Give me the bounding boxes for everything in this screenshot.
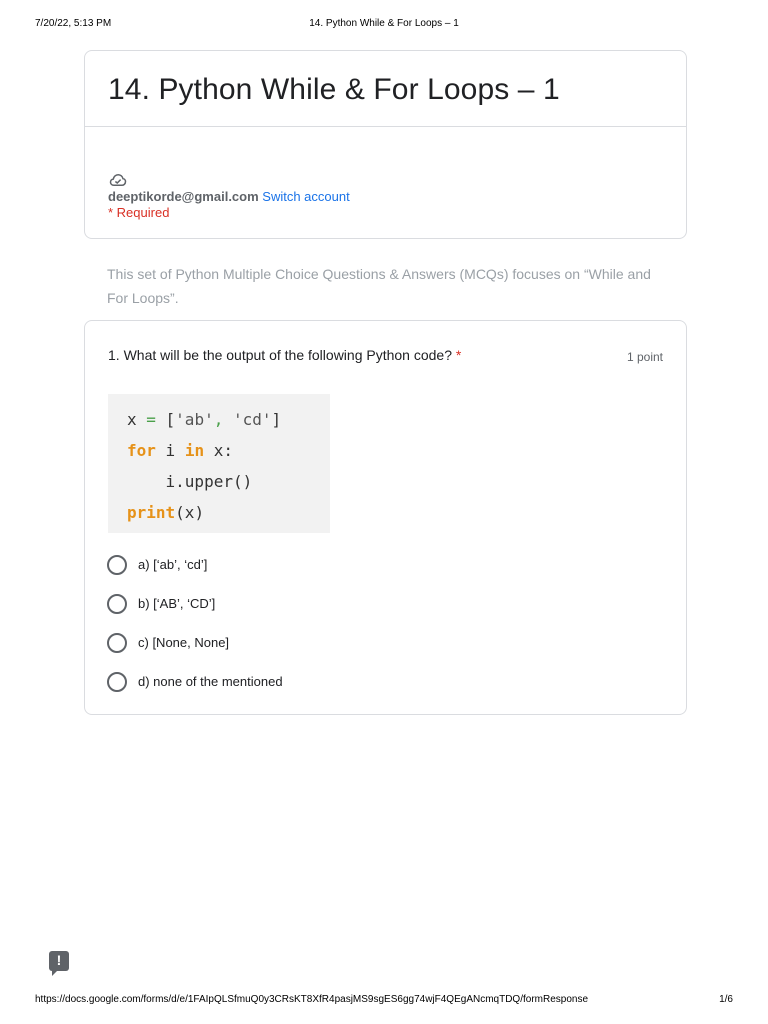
question-text: 1. What will be the output of the follow… — [108, 347, 452, 363]
print-doc-title: 14. Python While & For Loops – 1 — [309, 18, 459, 29]
code-token: x — [127, 410, 147, 429]
code-line-4: print(x) — [127, 497, 330, 528]
form-description: This set of Python Multiple Choice Quest… — [107, 266, 651, 306]
code-token: (x) — [175, 503, 205, 522]
code-token: , — [213, 410, 224, 429]
print-url: https://docs.google.com/forms/d/e/1FAIpQ… — [35, 994, 589, 1005]
option-a[interactable]: a) [‘ab’, ‘cd’] — [107, 545, 283, 584]
code-line-1: x = ['ab', 'cd'] — [127, 404, 330, 435]
code-token: 'cd' — [223, 410, 272, 429]
account-email: deeptikorde@gmail.com — [108, 189, 259, 204]
code-keyword: in — [184, 441, 205, 460]
radio-button[interactable] — [107, 593, 127, 614]
option-label: c) [None, None] — [138, 635, 230, 650]
code-token: ] — [271, 410, 282, 429]
option-c[interactable]: c) [None, None] — [107, 623, 283, 662]
code-keyword: print — [127, 503, 176, 522]
report-feedback-icon[interactable]: ! — [49, 951, 69, 976]
code-token: x: — [204, 441, 233, 460]
option-label: a) [‘ab’, ‘cd’] — [138, 557, 208, 572]
option-b[interactable]: b) [‘AB’, ‘CD’] — [107, 584, 283, 623]
account-row: deeptikorde@gmail.com Switch account — [108, 189, 350, 204]
header-divider — [85, 126, 686, 127]
answer-options: a) [‘ab’, ‘cd’] b) [‘AB’, ‘CD’] c) [None… — [107, 545, 283, 701]
question-card: 1. What will be the output of the follow… — [84, 320, 687, 715]
code-line-3: i.upper() — [127, 472, 253, 491]
code-token: 'ab' — [175, 410, 214, 429]
switch-account-link[interactable]: Switch account — [262, 189, 349, 204]
form-title: 14. Python While & For Loops – 1 — [108, 73, 560, 106]
code-token: = — [146, 410, 156, 429]
code-token: i — [155, 441, 185, 460]
option-label: b) [‘AB’, ‘CD’] — [138, 596, 216, 611]
code-keyword: for — [127, 441, 156, 460]
code-line-2: for i in x: — [127, 435, 330, 466]
required-asterisk: * — [455, 347, 462, 363]
form-header-card: 14. Python While & For Loops – 1 deeptik… — [84, 50, 687, 239]
code-block: x = ['ab', 'cd'] for i in x: i.upper() p… — [108, 394, 330, 533]
radio-button[interactable] — [107, 632, 127, 653]
question-title: 1. What will be the output of the follow… — [108, 347, 461, 363]
option-label: d) none of the mentioned — [138, 674, 283, 689]
question-points: 1 point — [626, 350, 663, 364]
radio-button[interactable] — [107, 554, 127, 575]
cloud-saved-icon — [109, 173, 127, 186]
required-note: * Required — [108, 205, 170, 220]
radio-button[interactable] — [107, 671, 127, 692]
code-token: [ — [155, 410, 176, 429]
option-d[interactable]: d) none of the mentioned — [107, 662, 283, 701]
print-page-number: 1/6 — [719, 994, 733, 1005]
print-footer: https://docs.google.com/forms/d/e/1FAIpQ… — [35, 994, 733, 1005]
